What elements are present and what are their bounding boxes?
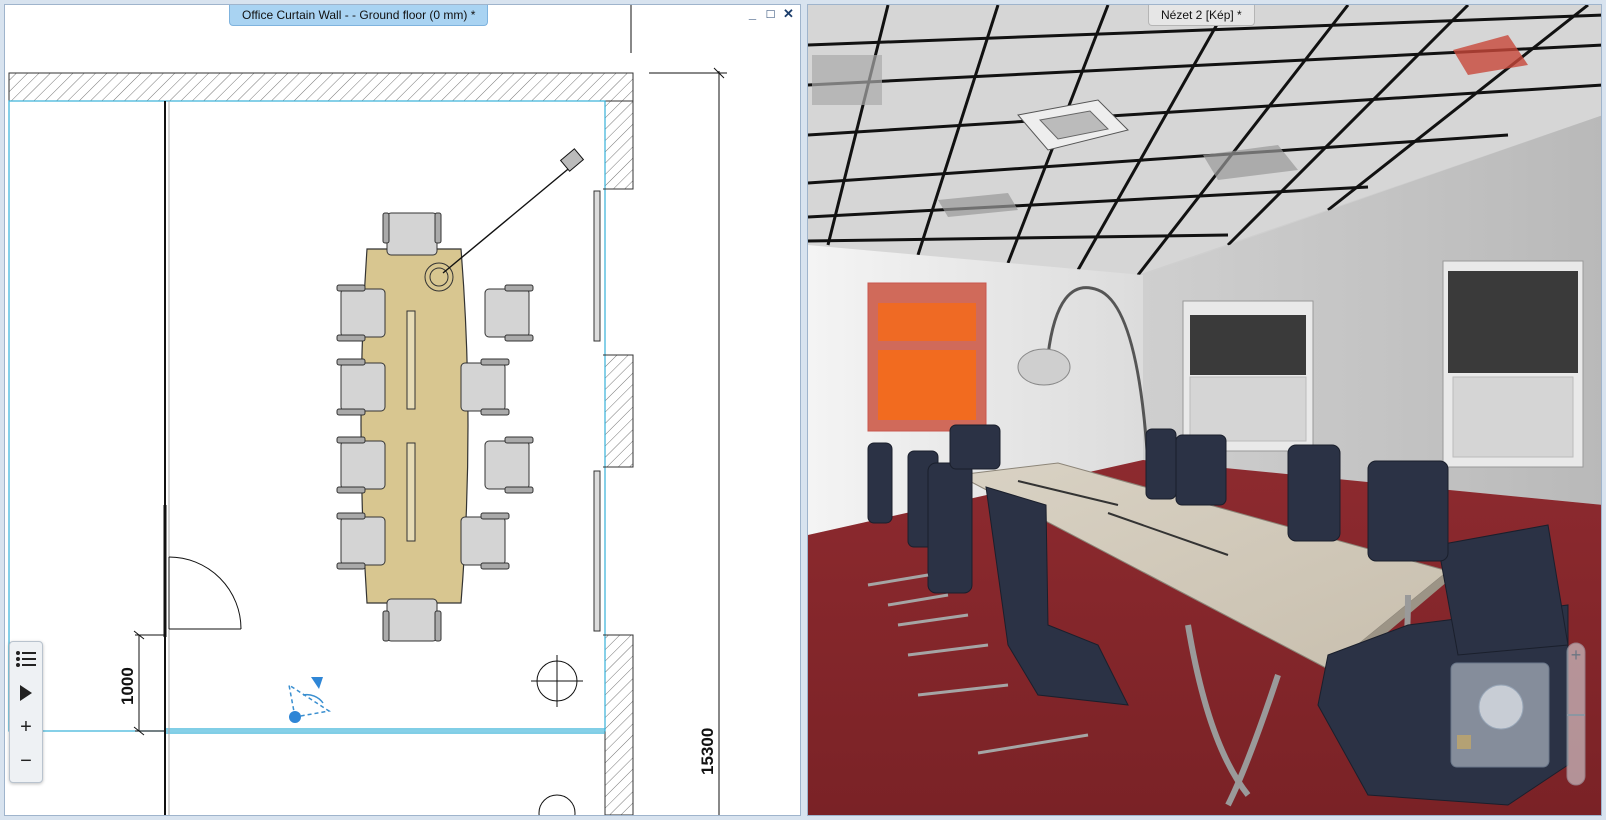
chair-right-3: [484, 436, 534, 494]
ceiling-vent-left: [812, 55, 882, 105]
list-icon[interactable]: [10, 642, 42, 676]
close-button[interactable]: ✕: [781, 6, 796, 21]
zoom-out-button[interactable]: −: [10, 744, 42, 778]
minimize-button[interactable]: _: [745, 6, 760, 21]
wall-right-lower: [604, 634, 634, 815]
chair-right-4: [460, 512, 510, 570]
crosshair-symbol: [531, 655, 583, 707]
chair-left-2: [336, 358, 386, 416]
room-outline: [8, 100, 606, 732]
maximize-button[interactable]: □: [763, 6, 778, 21]
play-icon[interactable]: [10, 676, 42, 710]
render-view-window[interactable]: Nézet 2 [Kép] * +: [807, 4, 1602, 816]
chair-top: [382, 212, 442, 256]
dimension-label-15300: 15300: [698, 728, 717, 775]
chair-bottom: [382, 598, 442, 642]
plan-window-title[interactable]: Office Curtain Wall - - Ground floor (0 …: [229, 5, 489, 26]
render-chair-1: [867, 442, 893, 524]
render-chair-8: [1287, 444, 1341, 542]
chair-left-3: [336, 436, 386, 494]
lamp-shade: [1017, 348, 1071, 386]
render-chair-3: [927, 462, 973, 594]
curtain-wall-strip-lower: [593, 470, 601, 632]
chair-left-4: [336, 512, 386, 570]
painting: [867, 282, 987, 432]
chair-left-1: [336, 284, 386, 342]
curtain-wall-strip-upper: [593, 190, 601, 342]
camera-marker[interactable]: [287, 677, 332, 723]
view-window-title[interactable]: Nézet 2 [Kép] *: [1148, 5, 1255, 26]
floor-plan-window[interactable]: Office Curtain Wall - - Ground floor (0 …: [4, 4, 801, 816]
zoom-in-button[interactable]: +: [10, 710, 42, 744]
door-swing: [168, 556, 242, 630]
navigation-widget[interactable]: +: [1439, 635, 1589, 795]
window-1: [1182, 300, 1314, 452]
plan-window-controls: _ □ ✕: [745, 6, 796, 21]
chair-right-2: [460, 358, 510, 416]
wall-top: [8, 72, 634, 102]
dimension-label-1000: 1000: [118, 667, 137, 705]
wall-right-middle: [604, 354, 634, 468]
plan-side-toolbar: + −: [9, 641, 43, 783]
render-chair-7: [1367, 460, 1449, 562]
floor-plan-canvas[interactable]: 1000 15300: [5, 5, 801, 816]
svg-text:+: +: [1571, 645, 1582, 665]
render-chair-4: [949, 424, 1001, 470]
window-2: [1442, 260, 1584, 468]
lamp-head: [559, 148, 585, 172]
render-chair-9: [1145, 428, 1227, 506]
chair-right-1: [484, 284, 534, 342]
wall-right-upper: [604, 100, 634, 190]
